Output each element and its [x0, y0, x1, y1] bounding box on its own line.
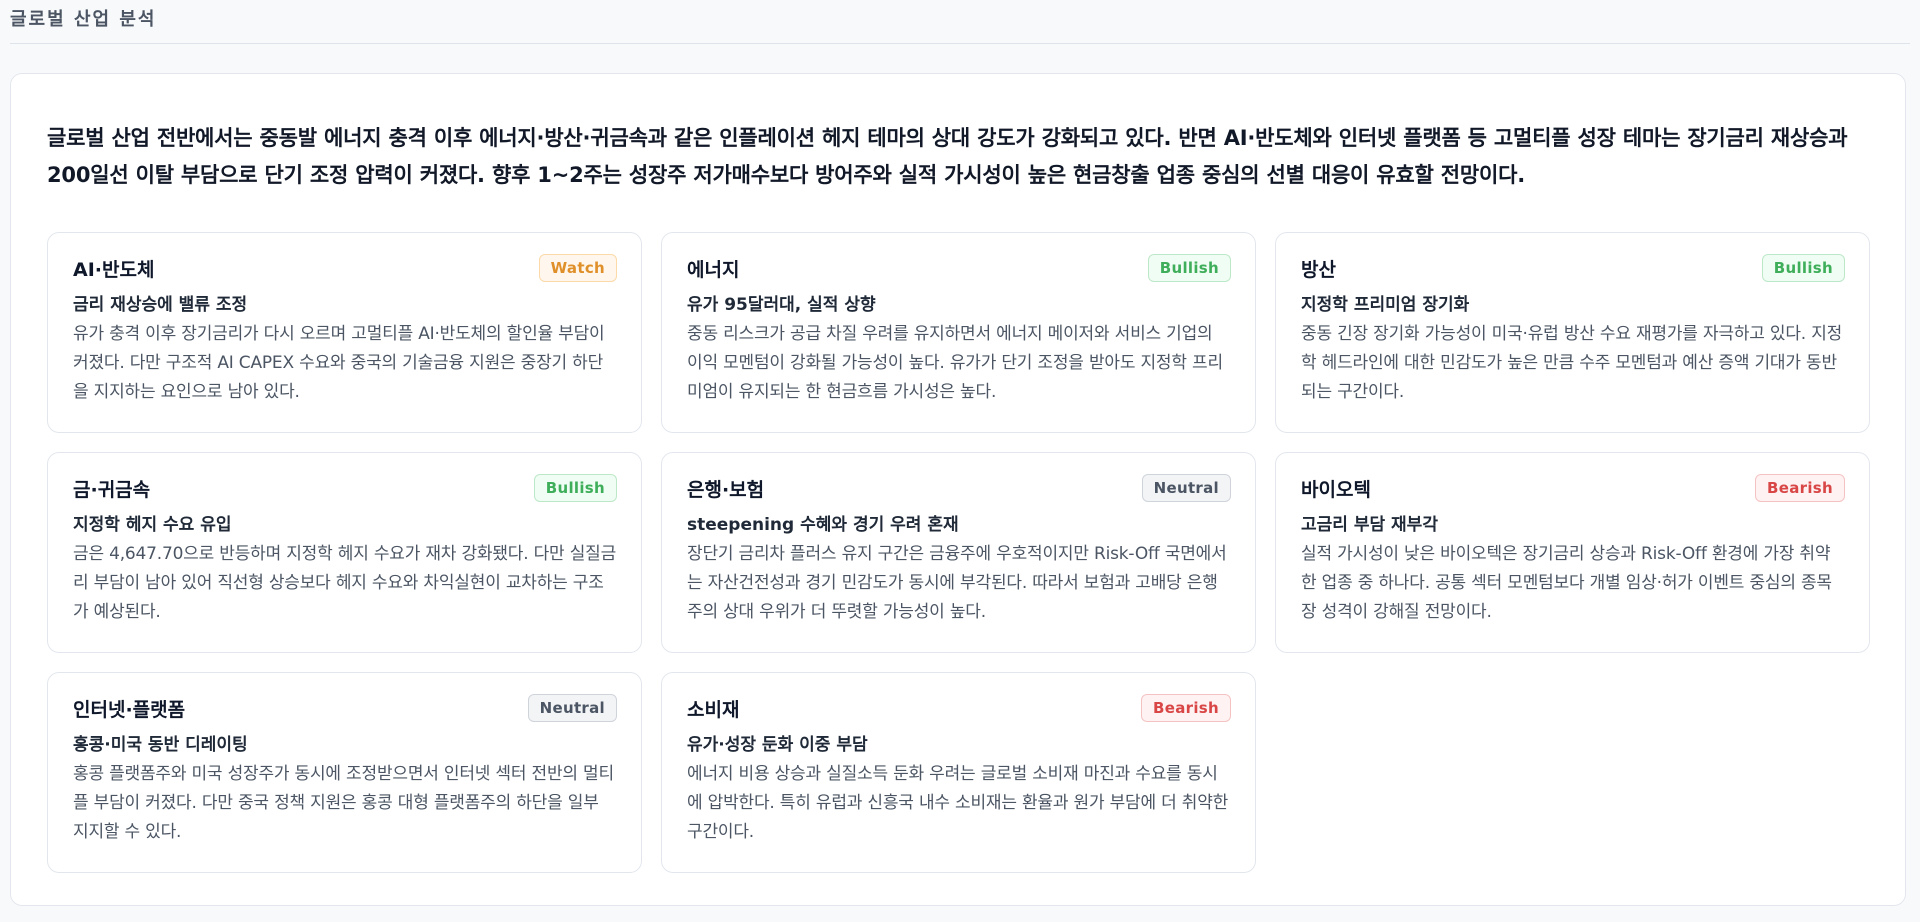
section-header: 글로벌 산업 분석 [10, 0, 1910, 44]
sector-name: 에너지 [687, 258, 740, 281]
sector-body: 홍콩 플랫폼주와 미국 성장주가 동시에 조정받으면서 인터넷 섹터 전반의 멀… [73, 764, 614, 842]
sector-card-energy: 에너지 Bullish 유가 95달러대, 실적 상향 중동 리스크가 공급 차… [661, 232, 1256, 433]
sector-body: 금은 4,647.70으로 반등하며 지정학 헤지 수요가 재차 강화됐다. 다… [73, 544, 617, 622]
sector-headline: 고금리 부담 재부각 [1301, 515, 1438, 535]
sector-headline: 지정학 프리미엄 장기화 [1301, 295, 1470, 315]
sector-body: 실적 가시성이 낮은 바이오텍은 장기금리 상승과 Risk-Off 환경에 가… [1301, 544, 1832, 622]
sector-name: AI·반도체 [73, 258, 155, 281]
sector-card-ai-semiconductor: AI·반도체 Watch 금리 재상승에 밸류 조정 유가 충격 이후 장기금리… [47, 232, 642, 433]
status-badge: Bullish [1761, 254, 1845, 282]
sector-headline: 금리 재상승에 밸류 조정 [73, 295, 248, 315]
card-top: 금·귀금속 Bullish [73, 473, 617, 503]
page: 글로벌 산업 분석 글로벌 산업 전반에서는 중동발 에너지 충격 이후 에너지… [0, 0, 1920, 922]
sector-name: 소비재 [687, 698, 740, 721]
card-top: 소비재 Bearish [687, 693, 1231, 723]
sector-body: 중동 리스크가 공급 차질 우려를 유지하면서 에너지 메이저와 서비스 기업의… [687, 324, 1223, 402]
card-top: 바이오텍 Bearish [1301, 473, 1845, 503]
status-badge: Bearish [1141, 694, 1231, 722]
sector-grid: AI·반도체 Watch 금리 재상승에 밸류 조정 유가 충격 이후 장기금리… [47, 232, 1870, 873]
sector-headline: 유가·성장 둔화 이중 부담 [687, 735, 868, 755]
sector-body: 장단기 금리차 플러스 유지 구간은 금융주에 우호적이지만 Risk-Off … [687, 544, 1227, 622]
card-top: 인터넷·플랫폼 Neutral [73, 693, 617, 723]
card-top: AI·반도체 Watch [73, 253, 617, 283]
sector-name: 금·귀금속 [73, 478, 151, 501]
sector-body: 중동 긴장 장기화 가능성이 미국·유럽 방산 수요 재평가를 자극하고 있다.… [1301, 324, 1843, 402]
status-badge: Bullish [1147, 254, 1231, 282]
sector-headline: 유가 95달러대, 실적 상향 [687, 295, 876, 315]
sector-headline: 홍콩·미국 동반 디레이팅 [73, 735, 248, 755]
status-badge: Bullish [533, 474, 617, 502]
sector-card-banks-insurance: 은행·보험 Neutral steepening 수혜와 경기 우려 혼재 장단… [661, 452, 1256, 653]
status-badge: Neutral [527, 694, 617, 722]
sector-card-precious-metals: 금·귀금속 Bullish 지정학 헤지 수요 유입 금은 4,647.70으로… [47, 452, 642, 653]
sector-card-internet-platform: 인터넷·플랫폼 Neutral 홍콩·미국 동반 디레이팅 홍콩 플랫폼주와 미… [47, 672, 642, 873]
sector-card-consumer: 소비재 Bearish 유가·성장 둔화 이중 부담 에너지 비용 상승과 실질… [661, 672, 1256, 873]
sector-card-defense: 방산 Bullish 지정학 프리미엄 장기화 중동 긴장 장기화 가능성이 미… [1275, 232, 1870, 433]
sector-headline: steepening 수혜와 경기 우려 혼재 [687, 515, 959, 535]
sector-name: 방산 [1301, 258, 1336, 281]
sector-name: 인터넷·플랫폼 [73, 698, 186, 721]
sector-name: 은행·보험 [687, 478, 765, 501]
section-title: 글로벌 산업 분석 [10, 9, 157, 30]
sector-headline: 지정학 헤지 수요 유입 [73, 515, 232, 535]
summary-text: 글로벌 산업 전반에서는 중동발 에너지 충격 이후 에너지·방산·귀금속과 같… [47, 126, 1848, 187]
sector-name: 바이오텍 [1301, 478, 1371, 501]
sector-card-biotech: 바이오텍 Bearish 고금리 부담 재부각 실적 가시성이 낮은 바이오텍은… [1275, 452, 1870, 653]
status-badge: Neutral [1141, 474, 1231, 502]
status-badge: Watch [538, 254, 617, 282]
industry-analysis-panel: 글로벌 산업 전반에서는 중동발 에너지 충격 이후 에너지·방산·귀금속과 같… [10, 73, 1906, 906]
card-top: 방산 Bullish [1301, 253, 1845, 283]
card-top: 에너지 Bullish [687, 253, 1231, 283]
sector-body: 유가 충격 이후 장기금리가 다시 오르며 고멀티플 AI·반도체의 할인율 부… [73, 324, 605, 402]
sector-body: 에너지 비용 상승과 실질소득 둔화 우려는 글로벌 소비재 마진과 수요를 동… [687, 764, 1229, 842]
card-top: 은행·보험 Neutral [687, 473, 1231, 503]
status-badge: Bearish [1755, 474, 1845, 502]
